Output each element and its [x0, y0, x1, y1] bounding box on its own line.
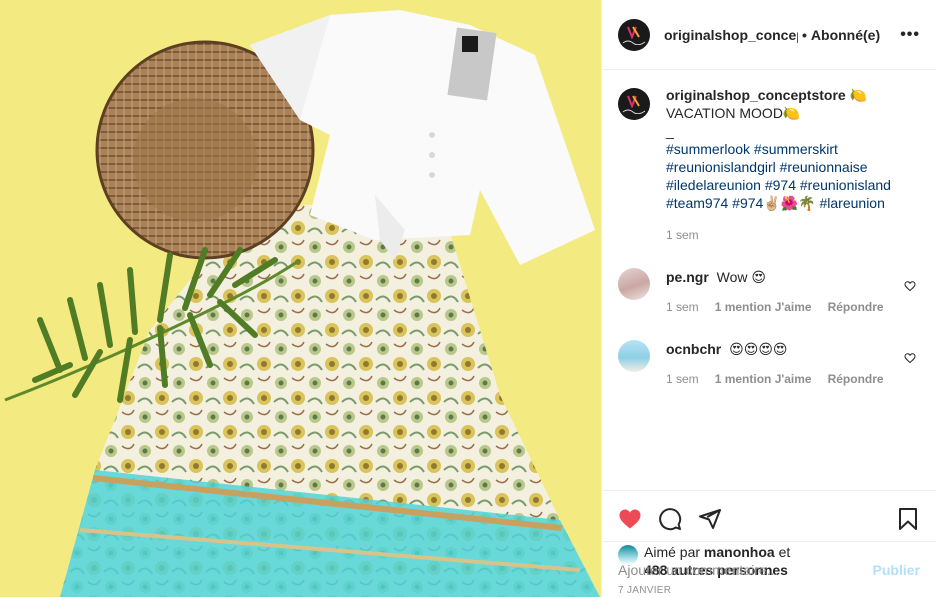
comment-likes[interactable]: 1 mention J'aime: [715, 298, 812, 316]
comment-item: pe.ngr Wow 😍 1 sem 1 mention J'aime Répo…: [618, 268, 920, 316]
header-separator: •: [802, 26, 807, 43]
brand-logo-icon: [627, 95, 640, 108]
brand-script-icon: [622, 40, 646, 45]
caption-body: originalshop_conceptstore 🍋 VACATION MOO…: [666, 86, 891, 244]
comment-body: ocnbchr 😍😍😍😍 1 sem 1 mention J'aime Répo…: [666, 340, 884, 388]
comment-text: 😍😍😍😍: [729, 341, 788, 357]
caption-separator: _: [666, 123, 674, 139]
comment-meta: 1 sem 1 mention J'aime Répondre: [666, 298, 884, 316]
reply-button[interactable]: Répondre: [828, 370, 884, 388]
author-username[interactable]: originalshop_concept: [664, 27, 798, 43]
comment-time: 1 sem: [666, 372, 699, 386]
comment-icon[interactable]: [658, 507, 682, 531]
comments-section: originalshop_conceptstore 🍋 VACATION MOO…: [602, 70, 936, 490]
commenter-avatar[interactable]: [618, 340, 650, 372]
hashtag-line[interactable]: #team974 #974✌🏼🌺🌴 #lareunion: [666, 194, 891, 212]
follow-button[interactable]: Abonné(e): [811, 27, 880, 43]
comment-text: Wow 😍: [716, 269, 767, 285]
comment-item: ocnbchr 😍😍😍😍 1 sem 1 mention J'aime Répo…: [618, 340, 920, 388]
comment-time: 1 sem: [666, 300, 699, 314]
more-options-icon[interactable]: •••: [900, 26, 920, 44]
action-icons: [618, 499, 920, 539]
comment-meta: 1 sem 1 mention J'aime Répondre: [666, 370, 884, 388]
comment-likes[interactable]: 1 mention J'aime: [715, 370, 812, 388]
caption-avatar[interactable]: [618, 88, 650, 120]
caption-username[interactable]: originalshop_conceptstore: [666, 87, 846, 103]
comment-input[interactable]: [618, 561, 873, 578]
post-panel: originalshop_concept • Abonné(e) ••• ori…: [601, 0, 936, 597]
hashtag-line[interactable]: #iledelareunion #974 #reunionisland: [666, 176, 891, 194]
brand-script-icon: [622, 109, 646, 114]
author-avatar[interactable]: [618, 18, 650, 51]
caption-username-emoji: 🍋: [849, 87, 868, 103]
post-header: originalshop_concept • Abonné(e) •••: [602, 0, 936, 70]
caption-time: 1 sem: [666, 228, 699, 242]
reply-button[interactable]: Répondre: [828, 298, 884, 316]
commenter-username[interactable]: pe.ngr: [666, 269, 709, 285]
post-photo[interactable]: [0, 0, 601, 597]
caption-text: VACATION MOOD🍋: [666, 105, 801, 121]
paper-plane-icon[interactable]: [698, 507, 722, 531]
post-image: [0, 0, 601, 597]
add-comment-bar: Publier: [602, 541, 936, 597]
comment-body: pe.ngr Wow 😍 1 sem 1 mention J'aime Répo…: [666, 268, 884, 316]
comment-like-icon[interactable]: [904, 280, 916, 292]
brand-logo-icon: [627, 25, 640, 39]
commenter-username[interactable]: ocnbchr: [666, 341, 721, 357]
hashtag-line[interactable]: #reunionislandgirl #reunionnaise: [666, 158, 891, 176]
publish-button[interactable]: Publier: [873, 562, 920, 578]
bookmark-icon[interactable]: [896, 507, 920, 531]
heart-filled-icon[interactable]: [618, 507, 642, 531]
post-caption: originalshop_conceptstore 🍋 VACATION MOO…: [618, 86, 920, 244]
comment-like-icon[interactable]: [904, 352, 916, 364]
commenter-avatar[interactable]: [618, 268, 650, 300]
hashtag-line[interactable]: #summerlook #summerskirt: [666, 140, 891, 158]
